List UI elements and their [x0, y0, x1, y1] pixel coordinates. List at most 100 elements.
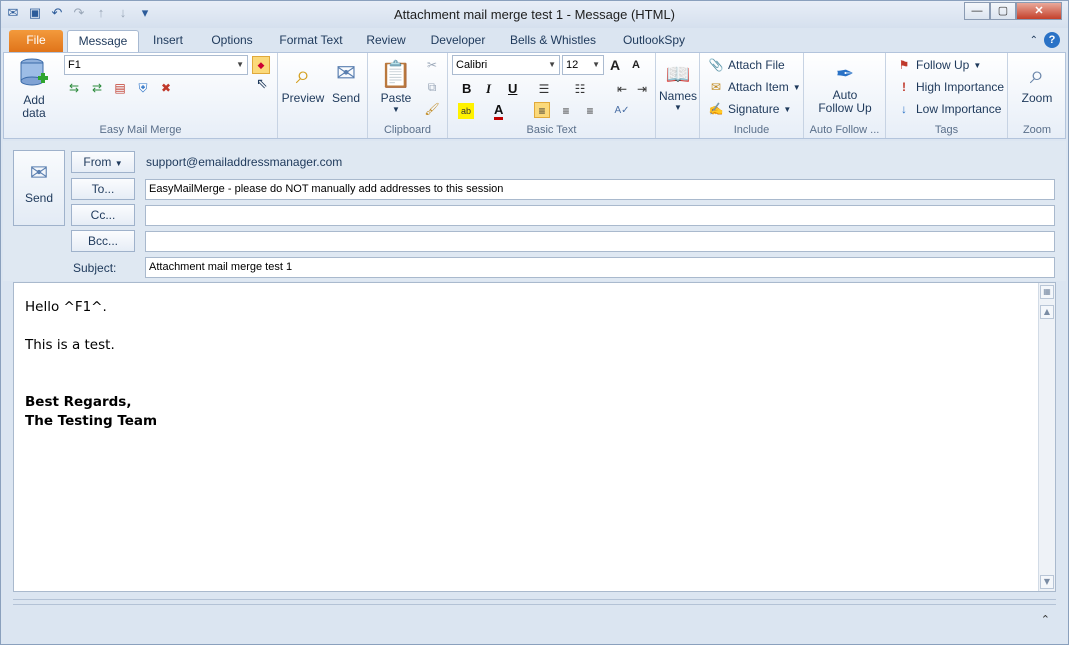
from-value: support@emailaddressmanager.com [146, 155, 343, 169]
minimize-ribbon-icon[interactable]: ⌃ [1030, 35, 1038, 46]
cc-field[interactable] [145, 205, 1055, 226]
attach-item-label: Attach Item [728, 80, 789, 94]
flag-icon: ⚑ [898, 58, 910, 72]
magnifier-icon: ⌕ [295, 59, 311, 89]
tab-file[interactable]: File [9, 30, 63, 52]
add-data-label: Add data [22, 93, 46, 120]
tab-format-text[interactable]: Format Text [274, 30, 348, 52]
tab-options[interactable]: Options [203, 30, 261, 52]
cc-button[interactable]: Cc... [71, 204, 135, 226]
clear-format-icon[interactable]: A✓ [614, 103, 630, 119]
add-data-button[interactable]: Add data [10, 57, 58, 120]
zoom-button[interactable]: ⌕ Zoom [1014, 57, 1060, 105]
message-header: ✉ Send From ▼ support@emailaddressmanage… [3, 141, 1066, 281]
expand-people-pane-icon[interactable]: ⌃ [1041, 613, 1050, 626]
ruler-toggle-icon[interactable]: ▦ [1040, 285, 1054, 299]
bcc-button[interactable]: Bcc... [71, 230, 135, 252]
minimize-button[interactable]: — [964, 2, 990, 20]
tab-insert[interactable]: Insert [146, 30, 190, 52]
merge-unlink-icon[interactable]: ⇄ [89, 80, 105, 96]
message-body[interactable]: Hello ^F1^. This is a test. Best Regards… [13, 282, 1056, 592]
scroll-down-icon[interactable]: ▼ [1040, 575, 1054, 589]
tab-review[interactable]: Review [361, 30, 411, 52]
tab-developer[interactable]: Developer [425, 30, 491, 52]
group-label: Basic Text [526, 124, 577, 136]
attach-item-button[interactable]: ✉ Attach Item ▼ [708, 79, 801, 95]
numbering-icon[interactable]: ☷ [572, 81, 588, 97]
font-color-button[interactable]: A [494, 103, 504, 120]
shrink-font-button[interactable]: A [632, 59, 640, 71]
group-label: Auto Follow ... [809, 124, 880, 136]
help-icon[interactable]: ? [1044, 32, 1060, 48]
bcc-field[interactable] [145, 231, 1055, 252]
underline-button[interactable]: U [508, 81, 517, 96]
cut-icon[interactable]: ✂ [424, 57, 440, 73]
group-tags: ⚑ Follow Up ▼ ! High Importance ↓ Low Im… [886, 53, 1008, 138]
align-left-icon[interactable]: ≡ [534, 102, 550, 118]
tab-outlookspy[interactable]: OutlookSpy [616, 30, 692, 52]
high-importance-button[interactable]: ! High Importance [896, 79, 1004, 95]
merge-link-icon[interactable]: ⇆ [66, 80, 82, 96]
low-importance-label: Low Importance [916, 102, 1002, 116]
subject-label: Subject: [73, 261, 117, 275]
group-label: Easy Mail Merge [99, 124, 182, 136]
insert-field-icon[interactable]: ◆ [252, 56, 270, 74]
chevron-down-icon: ▼ [674, 103, 682, 112]
exclamation-icon: ! [902, 80, 906, 94]
align-center-icon[interactable]: ≡ [558, 103, 574, 119]
envelope-icon: ✉ [335, 60, 357, 87]
chevron-down-icon: ▼ [592, 60, 600, 69]
font-size-combo[interactable]: 12 ▼ [562, 55, 604, 75]
align-right-icon[interactable]: ≡ [582, 103, 598, 119]
to-button[interactable]: To... [71, 178, 135, 200]
merge-send-button[interactable]: ✉ Send [328, 57, 364, 105]
group-auto-follow: ✒ Auto Follow Up Auto Follow ... [804, 53, 886, 138]
auto-follow-label: Auto Follow Up [818, 88, 872, 115]
from-label: From [83, 155, 112, 169]
group-easy-mail-merge: Add data F1 ▼ ◆ ⇆ ⇄ ▤ ⛨ ✖ ⇖ Easy Mail Me… [4, 53, 278, 138]
bullets-icon[interactable]: ☰ [536, 81, 552, 97]
from-button[interactable]: From ▼ [71, 151, 135, 173]
decrease-indent-icon[interactable]: ⇤ [614, 81, 630, 97]
ribbon: Add data F1 ▼ ◆ ⇆ ⇄ ▤ ⛨ ✖ ⇖ Easy Mail Me… [3, 52, 1066, 139]
increase-indent-icon[interactable]: ⇥ [634, 81, 650, 97]
font-name-combo[interactable]: Calibri ▼ [452, 55, 560, 75]
shield-icon[interactable]: ⛨ [135, 80, 151, 96]
body-line-greeting: Hello ^F1^. [25, 299, 107, 315]
names-label: Names [658, 89, 697, 103]
magnifier-icon: ⌕ [1029, 59, 1045, 89]
italic-button[interactable]: I [486, 81, 491, 97]
vertical-scrollbar[interactable]: ▦ ▲ ▼ [1038, 283, 1055, 591]
copy-icon[interactable]: ⧉ [424, 79, 440, 95]
low-importance-button[interactable]: ↓ Low Importance [896, 101, 1001, 117]
names-button[interactable]: 📖 Names ▼ [658, 61, 698, 112]
delete-merge-icon[interactable]: ✖ [158, 80, 174, 96]
people-pane-divider[interactable] [13, 599, 1056, 605]
signature-button[interactable]: ✍ Signature ▼ [708, 101, 792, 117]
send-button[interactable]: ✉ Send [13, 150, 65, 226]
bold-button[interactable]: B [462, 81, 471, 96]
preview-button[interactable]: ⌕ Preview [280, 57, 326, 105]
preview-label: Preview [281, 91, 325, 105]
paste-button[interactable]: 📋 Paste ▼ [376, 57, 416, 114]
database-add-icon [20, 58, 48, 86]
group-label: Clipboard [383, 124, 432, 136]
group-names: 📖 Names ▼ [656, 53, 700, 138]
scroll-up-icon[interactable]: ▲ [1040, 305, 1054, 319]
tab-message[interactable]: Message [67, 30, 139, 52]
maximize-button[interactable]: ▢ [990, 2, 1016, 20]
auto-follow-up-button[interactable]: ✒ Auto Follow Up [808, 59, 882, 115]
document-pdf-icon[interactable]: ▤ [112, 80, 128, 96]
signature-label: Signature [728, 102, 780, 116]
highlight-icon[interactable]: ab [458, 103, 474, 119]
attach-file-button[interactable]: 📎 Attach File [708, 57, 785, 73]
follow-up-button[interactable]: ⚑ Follow Up ▼ [896, 57, 982, 73]
merge-send-label: Send [331, 91, 361, 105]
to-field[interactable]: EasyMailMerge - please do NOT manually a… [145, 179, 1055, 200]
merge-field-combo[interactable]: F1 ▼ [64, 55, 248, 75]
tab-bells-whistles[interactable]: Bells & Whistles [504, 30, 602, 52]
grow-font-button[interactable]: A [610, 57, 620, 73]
close-button[interactable]: ✕ [1016, 2, 1062, 20]
subject-field[interactable]: Attachment mail merge test 1 [145, 257, 1055, 278]
format-painter-icon[interactable]: 🖌 [424, 101, 440, 117]
